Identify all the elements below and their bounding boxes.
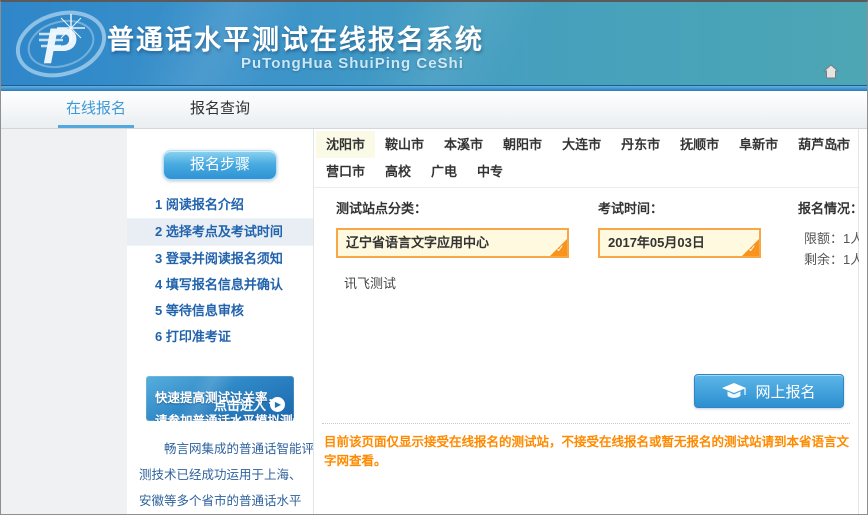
site-other-option[interactable]: 讯飞测试 (336, 273, 588, 292)
site-selected-label: 辽宁省语言文字应用中心 (346, 235, 489, 250)
header: P 普通话水平测试在线报名系统 PuTongHua ShuiPing CeShi (1, 2, 867, 86)
city-tab[interactable]: 阜新市 (729, 131, 788, 158)
city-tab[interactable]: 中专 (467, 158, 513, 185)
city-tab[interactable]: 营口市 (316, 158, 375, 185)
nav-tab[interactable]: 在线报名 (58, 91, 134, 128)
city-tab[interactable]: 丹东市 (611, 131, 670, 158)
remaining-value: 剩余：1人 (798, 249, 863, 270)
app-title: 普通话水平测试在线报名系统 (107, 18, 484, 57)
promo-text-line: 安徽等多个省市的普通话水平 (139, 488, 301, 514)
city-tab[interactable]: 抚顺市 (670, 131, 729, 158)
mock-test-banner[interactable]: 快速提高测试过关率，请参加普通话水平模拟测试 点击进入 ▶ (146, 376, 294, 421)
status-column: 报名情况： 限额：1人 剩余：1人 (798, 198, 865, 292)
city-tab[interactable]: 朝阳市 (493, 131, 552, 158)
selected-check-icon: ✓ (550, 239, 567, 256)
notice-text: 目前该页面仅显示接受在线报名的测试站，不接受在线报名或暂无报名的测试站请到本省语… (314, 424, 858, 469)
test-time-label: 考试时间： (598, 198, 798, 217)
site-column: 测试站点分类： 辽宁省语言文字应用中心 ✓ 讯飞测试 (336, 198, 588, 292)
left-gutter (1, 129, 127, 514)
city-tabs-row-2: 营口市高校广电中专 (316, 158, 852, 185)
selected-check-icon: ✓ (742, 239, 759, 256)
registration-step-item[interactable]: 2 选择考点及考试时间 (127, 218, 313, 246)
time-selected-label: 2017年05月03日 (608, 235, 705, 250)
promo-paragraph: 畅言网集成的普通话智能评测技术已经成功运用于上海、安徽等多个省市的普通话水平 (139, 436, 301, 514)
city-tab[interactable]: 鞍山市 (375, 131, 434, 158)
main-navigation: 在线报名 报名查询 (1, 91, 867, 129)
registration-steps-button[interactable]: 报名步骤 (163, 150, 277, 180)
right-gutter (859, 129, 867, 514)
nav-tab[interactable]: 报名查询 (182, 91, 258, 128)
city-tabs: ∧ 沈阳市鞍山市本溪市朝阳市大连市丹东市抚顺市阜新市葫芦岛市锦州市辽阳市盘锦市铁… (314, 129, 858, 185)
time-selected-option[interactable]: 2017年05月03日 ✓ (598, 228, 761, 258)
app-logo-icon: P (13, 6, 117, 82)
site-selected-option[interactable]: 辽宁省语言文字应用中心 ✓ (336, 228, 569, 258)
banner-cta-label: 点击进入 (214, 395, 266, 414)
city-tab[interactable]: 沈阳市 (316, 131, 375, 158)
play-icon: ▶ (270, 397, 285, 412)
banner-cta[interactable]: 点击进入 ▶ (214, 395, 285, 414)
sidebar: 报名步骤 1 阅读报名介绍2 选择考点及考试时间3 登录并阅读报名须知4 填写报… (127, 129, 313, 514)
registration-status-label: 报名情况： (798, 198, 863, 217)
online-register-label: 网上报名 (755, 381, 815, 402)
city-tab[interactable]: 葫芦岛市 (788, 131, 860, 158)
test-site-form: 测试站点分类： 辽宁省语言文字应用中心 ✓ 讯飞测试 考试时间： 2017年05… (314, 188, 858, 292)
registration-step-item[interactable]: 1 阅读报名介绍 (127, 192, 313, 218)
content-area: 报名步骤 1 阅读报名介绍2 选择考点及考试时间3 登录并阅读报名须知4 填写报… (1, 129, 867, 514)
graduation-cap-icon (722, 383, 746, 400)
registration-step-item[interactable]: 6 打印准考证 (127, 324, 313, 350)
quota-value: 限额：1人 (798, 228, 863, 249)
main-panel: ∧ 沈阳市鞍山市本溪市朝阳市大连市丹东市抚顺市阜新市葫芦岛市锦州市辽阳市盘锦市铁… (313, 129, 859, 514)
city-tabs-row-1: ∧ 沈阳市鞍山市本溪市朝阳市大连市丹东市抚顺市阜新市葫芦岛市锦州市辽阳市盘锦市铁… (316, 131, 852, 158)
promo-text-line: 畅言网集成的普通话智能评 (139, 436, 301, 462)
register-row: 网上报名 (314, 374, 858, 408)
registration-steps-list: 1 阅读报名介绍2 选择考点及考试时间3 登录并阅读报名须知4 填写报名信息并确… (127, 192, 313, 350)
app-subtitle: PuTongHua ShuiPing CeShi (241, 55, 464, 72)
site-category-label: 测试站点分类： (336, 198, 588, 217)
home-icon[interactable] (823, 64, 839, 79)
city-tab[interactable]: 高校 (375, 158, 421, 185)
promo-text-line: 测技术已经成功运用于上海、 (139, 462, 301, 488)
online-register-button[interactable]: 网上报名 (694, 374, 844, 408)
page: P 普通话水平测试在线报名系统 PuTongHua ShuiPing CeShi… (0, 0, 868, 515)
time-column: 考试时间： 2017年05月03日 ✓ (598, 198, 798, 292)
city-tab[interactable]: 本溪市 (434, 131, 493, 158)
registration-step-item[interactable]: 5 等待信息审核 (127, 298, 313, 324)
registration-step-item[interactable]: 3 登录并阅读报名须知 (127, 246, 313, 272)
city-tab[interactable]: 大连市 (552, 131, 611, 158)
registration-step-item[interactable]: 4 填写报名信息并确认 (127, 272, 313, 298)
city-tab[interactable]: 广电 (421, 158, 467, 185)
